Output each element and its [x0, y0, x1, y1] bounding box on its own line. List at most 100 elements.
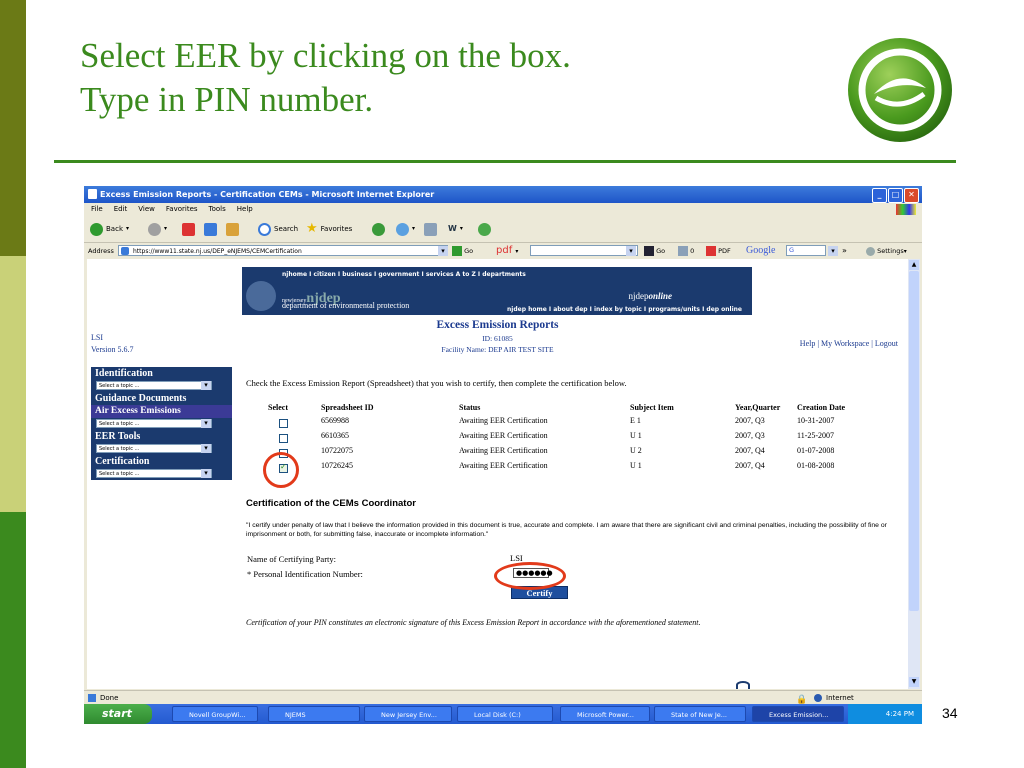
menu-tools[interactable]: Tools: [209, 205, 226, 213]
col-select: Select: [268, 403, 288, 412]
banner-department: newjerseynjdep department of environment…: [282, 291, 410, 310]
slide-page-number: 34: [942, 705, 958, 721]
stripe-light: [0, 256, 26, 512]
help-link[interactable]: Help: [800, 339, 816, 348]
report-id: ID: 61085: [482, 334, 513, 343]
chevron-down-icon: ▾: [903, 248, 907, 255]
menu-favorites[interactable]: Favorites: [166, 205, 198, 213]
vertical-scrollbar[interactable]: ▲ ▼: [908, 259, 920, 689]
certification-heading: Certification of the CEMs Coordinator: [246, 498, 416, 509]
menu-help[interactable]: Help: [237, 205, 253, 213]
instruction-text: Check the Excess Emission Report (Spread…: [246, 378, 627, 388]
scroll-thumb[interactable]: [909, 271, 919, 611]
status-bar: Done 🔒 Internet: [84, 690, 922, 705]
counter-button[interactable]: 0: [678, 243, 694, 259]
identification-select[interactable]: Select a topic ...: [96, 381, 212, 390]
taskbar-item[interactable]: NJEMS: [268, 706, 360, 722]
slide-title: Select EER by clicking on the box. Type …: [80, 34, 571, 122]
messenger-icon: [478, 222, 491, 236]
banner-top-links[interactable]: njhome I citizen I business I government…: [282, 271, 526, 278]
home-button[interactable]: [226, 222, 239, 236]
window-titlebar: Excess Emission Reports - Certification …: [84, 186, 922, 203]
mail-button[interactable]: ▾: [396, 222, 415, 236]
settings-button[interactable]: Settings▾: [866, 243, 907, 260]
messenger-button[interactable]: [478, 222, 491, 236]
refresh-button[interactable]: [204, 222, 217, 236]
zone-text: Internet: [826, 694, 854, 702]
favorites-button[interactable]: ★ Favorites: [306, 222, 352, 236]
chevron-down-icon: ▾: [164, 225, 168, 232]
row-checkbox[interactable]: [279, 419, 288, 428]
ie-window: Excess Emission Reports - Certification …: [84, 186, 922, 724]
certification-select[interactable]: Select a topic ...: [96, 469, 212, 478]
banner-sub-links[interactable]: njdep home I about dep I index by topic …: [507, 306, 742, 313]
mail-icon: [396, 222, 409, 236]
stripe-dark: [0, 0, 26, 256]
menu-edit[interactable]: Edit: [114, 205, 128, 213]
taskbar-item[interactable]: Microsoft Power...: [560, 706, 650, 722]
word-button[interactable]: W ▾: [448, 222, 463, 236]
back-button[interactable]: Back ▾: [90, 222, 129, 236]
taskbar-item[interactable]: State of New Je...: [654, 706, 746, 722]
menu-file[interactable]: File: [91, 205, 103, 213]
slide-title-line1: Select EER by clicking on the box.: [80, 36, 571, 75]
address-dropdown-icon[interactable]: ▾: [438, 246, 448, 256]
title-rule: [54, 160, 956, 163]
google-search-input[interactable]: G: [786, 245, 826, 256]
menu-view[interactable]: View: [138, 205, 155, 213]
close-button[interactable]: ✕: [904, 188, 919, 203]
sidebar-eer-tools: EER Tools: [95, 431, 141, 442]
taskbar-item[interactable]: Novell GroupWi...: [172, 706, 258, 722]
print-button[interactable]: [424, 222, 437, 236]
scroll-up-icon[interactable]: ▲: [909, 260, 919, 270]
partial-icon: [736, 681, 750, 689]
taskbar-item[interactable]: Local Disk (C:): [457, 706, 553, 722]
eer-tools-select[interactable]: Select a topic ...: [96, 444, 212, 453]
more-chevron-icon[interactable]: »: [842, 243, 847, 259]
browser-toolbar: Back ▾ ▾ Search ★ Favorites ▾ W ▾: [84, 216, 922, 242]
menu-bar: File Edit View Favorites Tools Help: [84, 203, 922, 216]
pdf-go-button[interactable]: Go: [644, 243, 665, 259]
pdf-dropdown[interactable]: pdf ▾: [496, 243, 518, 260]
signature-note: Certification of your PIN constitutes an…: [246, 618, 701, 627]
njdep-banner: njhome I citizen I business I government…: [242, 267, 752, 315]
highlight-circle-pin: [494, 562, 566, 590]
globe-icon: [814, 694, 822, 702]
name-label: Name of Certifying Party:: [247, 554, 336, 564]
logout-link[interactable]: Logout: [875, 339, 898, 348]
start-button[interactable]: start: [84, 704, 152, 724]
sidebar-identification: Identification: [95, 368, 153, 379]
search-button[interactable]: Search: [258, 222, 298, 236]
pin-label: * Personal Identification Number:: [247, 569, 363, 579]
back-arrow-icon: [90, 222, 103, 236]
address-input[interactable]: https://www11.state.nj.us/DEP_eNJEMS/CEM…: [118, 245, 448, 256]
page-icon: [121, 247, 129, 255]
row-checkbox[interactable]: [279, 434, 288, 443]
col-spreadsheet-id: Spreadsheet ID: [321, 403, 374, 412]
gear-icon: [866, 246, 875, 256]
pdf-button[interactable]: PDF: [706, 243, 731, 259]
sidebar-air-excess[interactable]: Air Excess Emissions: [91, 405, 232, 418]
address-value: https://www11.state.nj.us/DEP_eNJEMS/CEM…: [133, 248, 302, 255]
scroll-down-icon[interactable]: ▼: [909, 677, 919, 687]
my-workspace-link[interactable]: My Workspace: [821, 339, 869, 348]
google-dropdown-icon[interactable]: ▾: [828, 246, 838, 256]
taskbar-item-active[interactable]: Excess Emission...: [752, 706, 844, 722]
refresh-icon: [204, 222, 217, 236]
forward-button[interactable]: ▾: [148, 222, 167, 236]
stop-button[interactable]: [182, 222, 195, 236]
pdf-search-dropdown-icon[interactable]: ▾: [626, 246, 636, 256]
go-arrow-icon: [452, 246, 462, 256]
history-button[interactable]: [372, 222, 385, 236]
maximize-button[interactable]: □: [888, 188, 903, 203]
report-title: Excess Emission Reports: [436, 319, 559, 331]
taskbar-item[interactable]: New Jersey Env...: [364, 706, 452, 722]
go-button[interactable]: Go: [452, 243, 473, 259]
history-icon: [372, 222, 385, 236]
address-label: Address: [88, 247, 114, 255]
minimize-button[interactable]: _: [872, 188, 887, 203]
pdf-search-input[interactable]: [530, 245, 638, 256]
version-label: Version 5.6.7: [91, 345, 134, 354]
certification-statement: "I certify under penalty of law that I b…: [246, 522, 887, 538]
guidance-select[interactable]: Select a topic ...: [96, 419, 212, 428]
